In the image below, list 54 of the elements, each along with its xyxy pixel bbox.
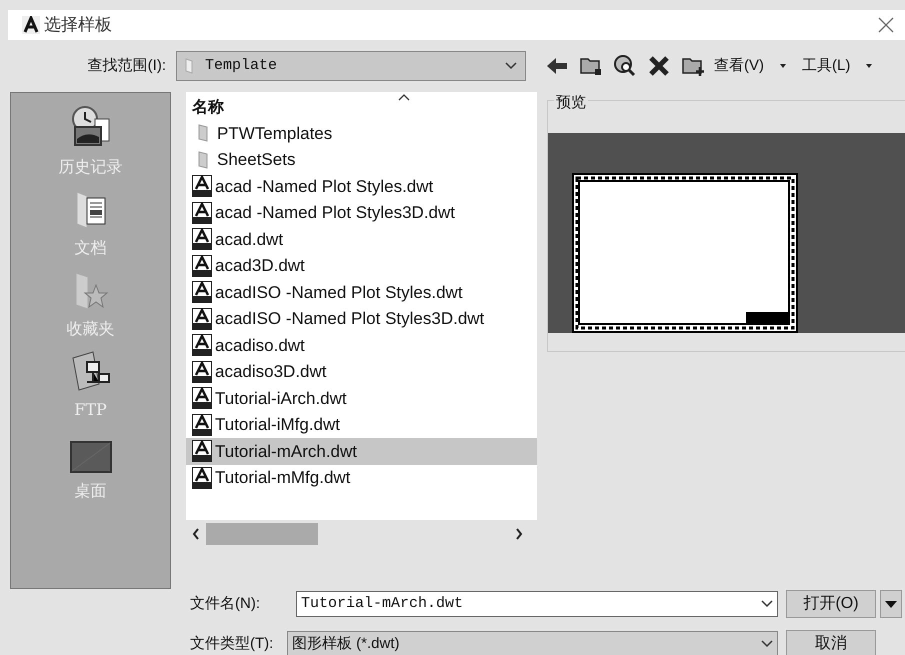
file-item[interactable]: PTWTemplates: [186, 120, 537, 146]
close-icon: [877, 16, 895, 34]
file-item[interactable]: acad -Named Plot Styles3D.dwt: [186, 200, 537, 226]
open-options-button[interactable]: [880, 590, 902, 618]
template-file-icon: [192, 202, 212, 224]
view-menu[interactable]: 查看(V): [712, 54, 766, 78]
file-item[interactable]: acad3D.dwt: [186, 252, 537, 279]
folder-icon: [198, 124, 208, 142]
template-file-icon: [192, 308, 212, 330]
file-item[interactable]: Tutorial-mMfg.dwt: [186, 464, 537, 491]
file-item[interactable]: acadiso3D.dwt: [186, 358, 537, 385]
file-type-dropdown[interactable]: 图形样板 (*.dwt): [287, 631, 778, 655]
template-file-icon: [192, 387, 212, 410]
template-file-icon: [192, 360, 212, 383]
file-item[interactable]: acadISO -Named Plot Styles3D.dwt: [186, 306, 537, 332]
cancel-button[interactable]: 取消: [786, 630, 876, 655]
menu-arrow-icon: [780, 64, 786, 68]
template-file-icon: [192, 440, 212, 462]
file-item[interactable]: acad.dwt: [186, 226, 537, 252]
scroll-right-icon: [515, 528, 523, 540]
file-item[interactable]: Tutorial-iMfg.dwt: [186, 412, 537, 438]
back-arrow-icon: [545, 56, 569, 76]
template-file-icon: [192, 228, 212, 250]
scroll-left-icon: [192, 528, 200, 540]
template-file-icon: [192, 466, 212, 489]
template-file-icon: [192, 334, 212, 356]
tools-menu[interactable]: 工具(L): [800, 54, 852, 78]
template-file-icon: [192, 281, 212, 304]
menu-arrow-icon: [866, 64, 872, 68]
globe-search-icon: [613, 54, 637, 78]
file-type-label: 文件类型(T):: [190, 634, 274, 654]
template-file-icon: [192, 175, 212, 198]
look-in-dropdown[interactable]: Template: [176, 51, 526, 81]
file-item[interactable]: SheetSets: [186, 146, 537, 173]
file-name-field[interactable]: Tutorial-mArch.dwt: [296, 591, 778, 617]
dropdown-arrow-icon: [885, 600, 897, 608]
open-button[interactable]: 打开(O): [786, 590, 876, 618]
file-item[interactable]: Tutorial-iArch.dwt: [186, 385, 537, 412]
desktop-icon: [70, 441, 112, 473]
folder-icon: [198, 150, 208, 169]
scroll-thumb[interactable]: [206, 523, 318, 545]
file-item[interactable]: Tutorial-mArch.dwt: [186, 438, 537, 464]
window-title: 选择样板: [44, 14, 112, 36]
look-in-label: 查找范围(I):: [86, 56, 167, 76]
folder-icon: [185, 58, 193, 74]
name-column-header[interactable]: 名称: [192, 96, 224, 120]
template-file-icon: [192, 254, 212, 277]
app-logo-icon: [22, 16, 40, 34]
delete-icon: [648, 55, 670, 77]
file-item[interactable]: acadiso.dwt: [186, 332, 537, 358]
template-file-icon: [192, 414, 212, 436]
file-name-label: 文件名(N):: [190, 594, 261, 614]
file-item[interactable]: acadISO -Named Plot Styles.dwt: [186, 279, 537, 306]
file-item[interactable]: acad -Named Plot Styles.dwt: [186, 173, 537, 200]
